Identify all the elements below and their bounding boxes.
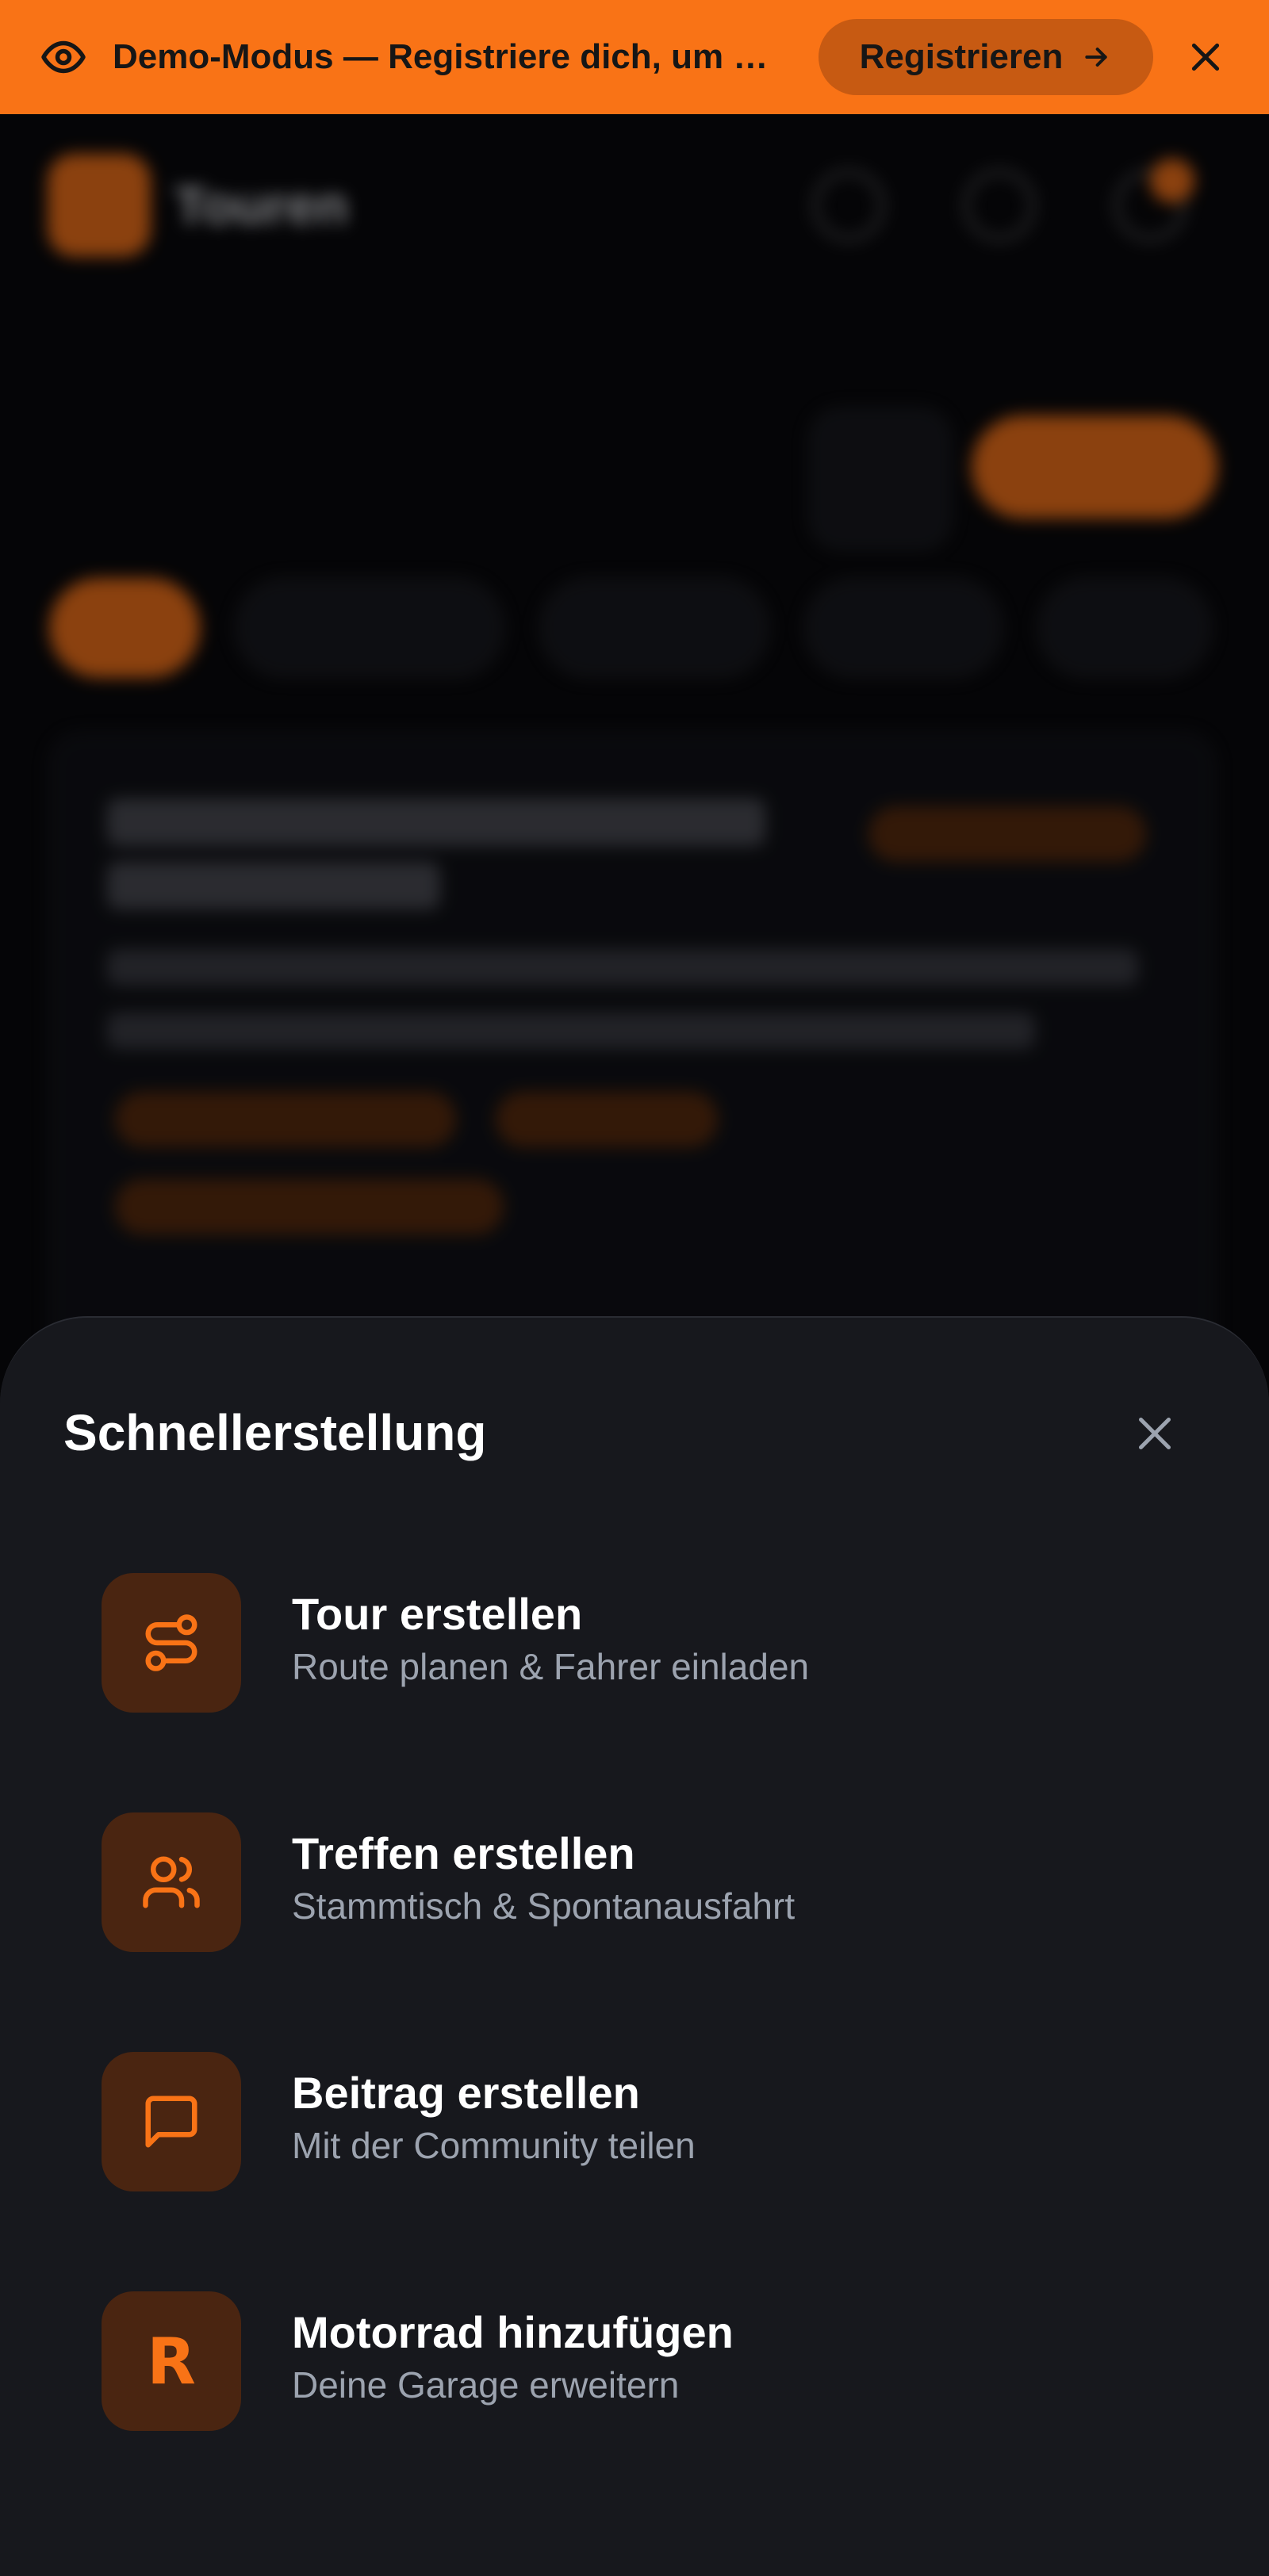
- quick-create-sheet: Schnellerstellung Tour erstellen Route p…: [0, 1316, 1269, 2576]
- eye-icon: [40, 33, 87, 81]
- create-meetup-title: Treffen erstellen: [292, 1828, 635, 1878]
- create-tour-subtitle: Route planen & Fahrer einladen: [292, 1646, 810, 1688]
- sheet-title: Schnellerstellung: [63, 1404, 487, 1461]
- add-motorcycle-title: Motorrad hinzufügen: [292, 2307, 734, 2357]
- background-card-title: [107, 862, 440, 909]
- create-post-title: Beitrag erstellen: [292, 2068, 640, 2118]
- background-card-tag: [115, 1092, 456, 1147]
- close-banner-icon[interactable]: [1183, 35, 1228, 79]
- background-card-text: [107, 949, 1138, 986]
- route-icon: [102, 1573, 241, 1713]
- background-chip: [1037, 578, 1212, 678]
- background-app-blurred: Touren: [0, 114, 1269, 1446]
- create-meetup-text: Treffen erstellen Stammtisch & Spontanau…: [292, 1827, 795, 1928]
- create-meetup-item[interactable]: Treffen erstellen Stammtisch & Spontanau…: [102, 1812, 1164, 2052]
- background-card-status: [868, 806, 1146, 862]
- background-search-icon: [813, 170, 884, 241]
- background-logo: [48, 154, 151, 257]
- quick-create-list: Tour erstellen Route planen & Fahrer ein…: [102, 1573, 1164, 2531]
- background-chip: [235, 578, 504, 678]
- users-icon: [102, 1812, 241, 1952]
- background-notification-badge: [1150, 159, 1194, 203]
- background-card-tag: [496, 1092, 718, 1147]
- background-chip: [539, 578, 769, 678]
- background-chip: [49, 578, 200, 678]
- create-post-subtitle: Mit der Community teilen: [292, 2125, 696, 2167]
- demo-banner: Demo-Modus — Registriere dich, um alle F…: [0, 0, 1269, 114]
- background-filter-button: [809, 408, 952, 550]
- create-tour-item[interactable]: Tour erstellen Route planen & Fahrer ein…: [102, 1573, 1164, 1812]
- page: Demo-Modus — Registriere dich, um alle F…: [0, 0, 1269, 2576]
- demo-banner-text: Demo-Modus — Registriere dich, um alle F…: [113, 37, 779, 76]
- background-filter-chips: [49, 578, 1212, 678]
- message-square-icon: [102, 2052, 241, 2191]
- arrow-right-icon: [1080, 41, 1112, 73]
- create-tour-title: Tour erstellen: [292, 1589, 583, 1639]
- add-motorcycle-subtitle: Deine Garage erweitern: [292, 2364, 680, 2406]
- add-motorcycle-text: Motorrad hinzufügen Deine Garage erweite…: [292, 2306, 734, 2407]
- motorcycle-letter: R: [147, 2324, 196, 2398]
- background-header: Touren: [48, 154, 348, 257]
- create-tour-text: Tour erstellen Route planen & Fahrer ein…: [292, 1587, 809, 1689]
- background-app-title: Touren: [174, 176, 348, 235]
- add-motorcycle-item[interactable]: R Motorrad hinzufügen Deine Garage erwei…: [102, 2291, 1164, 2531]
- create-meetup-subtitle: Stammtisch & Spontanausfahrt: [292, 1885, 796, 1927]
- background-chip: [804, 578, 1003, 678]
- background-card-tag: [115, 1179, 504, 1234]
- background-chat-icon: [964, 170, 1035, 241]
- motorcycle-letter-icon: R: [102, 2291, 241, 2431]
- close-sheet-icon[interactable]: [1126, 1405, 1183, 1462]
- background-card-text: [107, 1012, 1035, 1049]
- background-new-tour-button: [972, 415, 1217, 519]
- create-post-text: Beitrag erstellen Mit der Community teil…: [292, 2066, 696, 2168]
- register-button-label: Registrieren: [859, 37, 1064, 76]
- create-post-item[interactable]: Beitrag erstellen Mit der Community teil…: [102, 2052, 1164, 2291]
- register-button[interactable]: Registrieren: [819, 19, 1153, 95]
- background-card-title: [107, 798, 765, 846]
